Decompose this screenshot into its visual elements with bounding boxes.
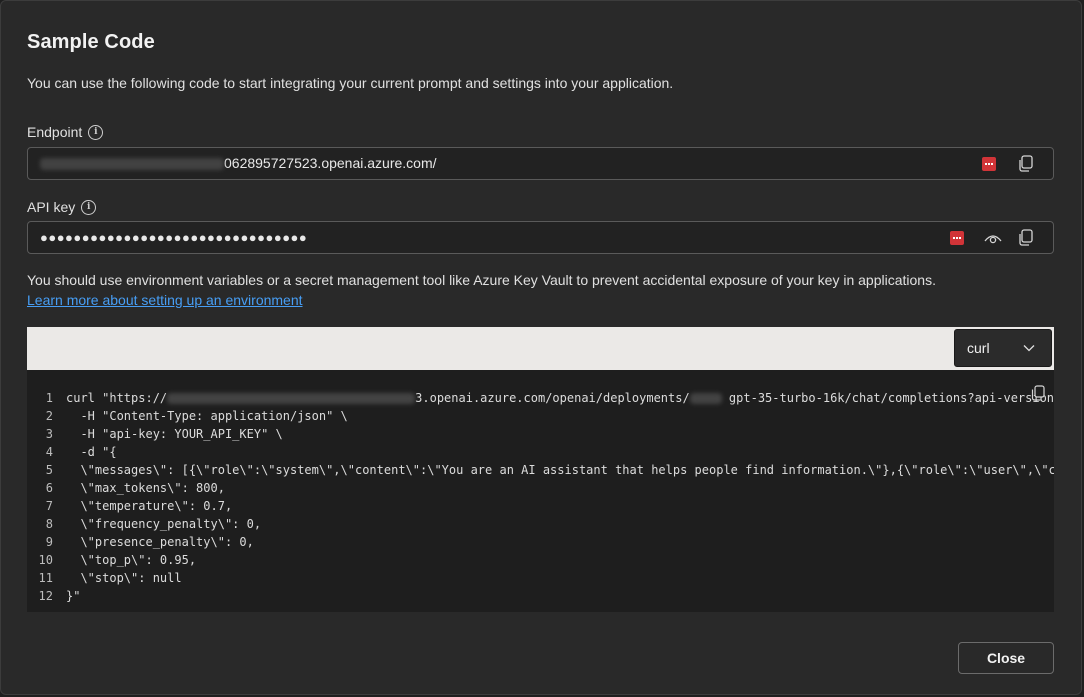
code-line: 11 \"stop\": null [27, 569, 182, 587]
redacted-text [689, 393, 722, 404]
code-line: 7 \"temperature\": 0.7, [27, 497, 232, 515]
code-editor[interactable]: 1 curl "https:// 3.openai.azure.com/openai… [27, 370, 1054, 612]
code-line: 2 -H "Content-Type: application/json" \ [27, 407, 348, 425]
security-warning-icon[interactable] [950, 231, 964, 245]
endpoint-visible-text: 062895727523.openai.azure.com/ [224, 155, 437, 171]
eye-icon[interactable] [984, 232, 1002, 244]
line-number: 2 [45, 409, 53, 423]
code-text: gpt-35-turbo-16k/chat/completions?api-ve… [721, 391, 1054, 405]
code-text: \"max_tokens\": 800, [66, 481, 225, 495]
code-line: 10 \"top_p\": 0.95, [27, 551, 197, 569]
code-line: 3 -H "api-key: YOUR_API_KEY" \ [27, 425, 283, 443]
code-text: \"presence_penalty\": 0, [66, 535, 254, 549]
code-text: \"frequency_penalty\": 0, [66, 517, 262, 531]
line-number: 4 [45, 445, 53, 459]
code-toolbar: curl [27, 327, 1054, 370]
endpoint-field[interactable]: 062895727523.openai.azure.com/ [27, 147, 1054, 180]
endpoint-label-row: Endpoint i [27, 124, 104, 140]
line-number: 7 [45, 499, 53, 513]
redacted-text [40, 158, 224, 171]
api-key-label-row: API key i [27, 199, 97, 215]
code-text: -H "api-key: YOUR_API_KEY" \ [66, 427, 283, 441]
code-text: \"messages\": [{\"role\":\"system\",\"co… [66, 463, 1054, 477]
line-number: 8 [45, 517, 53, 531]
code-line: 6 \"max_tokens\": 800, [27, 479, 225, 497]
code-text: \"stop\": null [66, 571, 182, 585]
line-number: 12 [38, 589, 53, 603]
copy-icon[interactable] [1018, 229, 1034, 247]
code-line: 5 \"messages\": [{\"role\":\"system\",\"… [27, 461, 1054, 479]
endpoint-label: Endpoint [27, 124, 83, 140]
code-text: curl "https:// [66, 391, 168, 405]
dialog-description: You can use the following code to start … [27, 75, 674, 91]
language-select-value: curl [967, 340, 990, 356]
code-line: 8 \"frequency_penalty\": 0, [27, 515, 261, 533]
sample-code-dialog: Sample Code You can use the following co… [0, 0, 1082, 695]
info-icon[interactable]: i [88, 124, 104, 140]
api-key-value[interactable]: ●●●●●●●●●●●●●●●●●●●●●●●●●●●●●●●● [40, 230, 307, 245]
line-number: 6 [45, 481, 53, 495]
security-note: You should use environment variables or … [27, 272, 936, 288]
security-warning-icon[interactable] [982, 157, 996, 171]
redacted-text [167, 393, 416, 404]
copy-icon[interactable] [1018, 155, 1034, 173]
api-key-label: API key [27, 199, 76, 215]
code-line: 12 }" [27, 587, 81, 605]
line-number: 5 [45, 463, 53, 477]
code-line: 4 -d "{ [27, 443, 117, 461]
code-text: \"temperature\": 0.7, [66, 499, 233, 513]
line-number: 1 [45, 391, 53, 405]
line-number: 10 [38, 553, 53, 567]
endpoint-value[interactable]: 062895727523.openai.azure.com/ [40, 155, 437, 171]
close-button[interactable]: Close [958, 642, 1054, 674]
api-key-field[interactable]: ●●●●●●●●●●●●●●●●●●●●●●●●●●●●●●●● [27, 221, 1054, 254]
line-number: 3 [45, 427, 53, 441]
code-text: -H "Content-Type: application/json" \ [66, 409, 348, 423]
info-icon[interactable]: i [81, 199, 97, 215]
code-line: 9 \"presence_penalty\": 0, [27, 533, 254, 551]
code-text: }" [66, 589, 81, 603]
line-number: 11 [38, 571, 53, 585]
copy-code-icon[interactable] [1031, 385, 1045, 401]
code-text: 3.openai.azure.com/openai/deployments/ [415, 391, 690, 405]
language-select[interactable]: curl [954, 329, 1052, 367]
code-line: 1 curl "https:// 3.openai.azure.com/openai… [27, 389, 1054, 407]
dialog-title: Sample Code [27, 31, 155, 53]
code-text: \"top_p\": 0.95, [66, 553, 197, 567]
code-text: -d "{ [66, 445, 117, 459]
chevron-down-icon [1023, 345, 1035, 352]
line-number: 9 [45, 535, 53, 549]
learn-more-link[interactable]: Learn more about setting up an environme… [27, 292, 303, 308]
